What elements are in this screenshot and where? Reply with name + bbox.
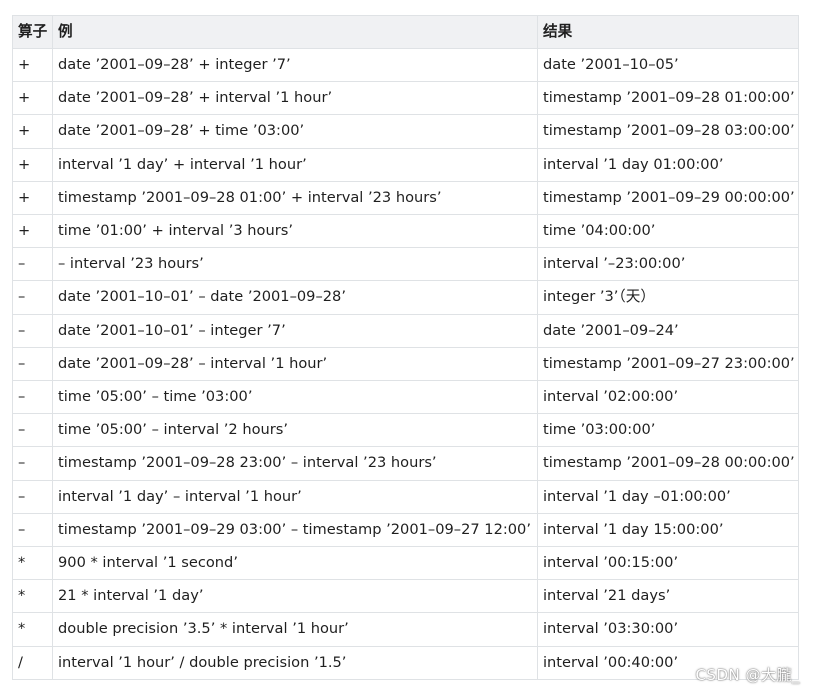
table-row: – time ’05:00’ – interval ’2 hours’ time ’… <box>12 413 799 448</box>
header-row: 算子 例 结果 <box>12 15 799 49</box>
example-cell: timestamp ’2001–09–28 23:00’ – interval … <box>52 446 538 481</box>
operator-cell: – <box>12 313 53 348</box>
table-row: – timestamp ’2001–09–29 03:00’ – timestam… <box>12 512 799 548</box>
example-cell: timestamp ’2001–09–29 03:00’ – timestamp… <box>52 512 538 548</box>
header-result: 结果 <box>537 15 799 49</box>
result-cell: date ’2001–10–05’ <box>537 47 799 83</box>
example-cell: time ’01:00’ + interval ’3 hours’ <box>52 214 538 249</box>
table-row: – date ’2001–10–01’ – integer ’7’ date ’20… <box>12 313 799 348</box>
table-row: + timestamp ’2001–09–28 01:00’ + interval… <box>12 180 799 216</box>
operator-cell: – <box>12 380 53 415</box>
table-row: – date ’2001–10–01’ – date ’2001–09–28’ in… <box>12 280 799 315</box>
table-row: – interval ’1 day’ – interval ’1 hour’ int… <box>12 479 799 514</box>
header-example: 例 <box>52 15 538 49</box>
result-cell: timestamp ’2001–09–27 23:00:00’ <box>537 346 799 382</box>
example-cell: date ’2001–09–28’ + interval ’1 hour’ <box>52 81 538 116</box>
example-cell: time ’05:00’ – interval ’2 hours’ <box>52 413 538 448</box>
table-row: / interval ’1 hour’ / double precision ’1… <box>12 645 799 680</box>
table-row: – timestamp ’2001–09–28 23:00’ – interval… <box>12 446 799 481</box>
date-time-operator-table: 算子 例 结果 + date ’2001–09–28’ + integer ’7’… <box>12 15 799 680</box>
operator-cell: – <box>12 479 53 514</box>
operator-cell: + <box>12 180 53 216</box>
operator-cell: * <box>12 546 53 581</box>
table-row: + interval ’1 day’ + interval ’1 hour’ int… <box>12 147 799 182</box>
operator-cell: – <box>12 446 53 481</box>
operator-cell: – <box>12 512 53 548</box>
result-cell: interval ’1 day 15:00:00’ <box>537 512 799 548</box>
table-body: + date ’2001–09–28’ + integer ’7’ date ’20… <box>12 47 799 680</box>
example-cell: interval ’1 day’ – interval ’1 hour’ <box>52 479 538 514</box>
operator-cell: – <box>12 280 53 315</box>
operator-cell: / <box>12 645 53 680</box>
table-row: + date ’2001–09–28’ + integer ’7’ date ’20… <box>12 47 799 83</box>
table-row: * 900 * interval ’1 second’ interval ’00:1… <box>12 546 799 581</box>
table-row: + time ’01:00’ + interval ’3 hours’ time ’… <box>12 214 799 249</box>
example-cell: date ’2001–10–01’ – date ’2001–09–28’ <box>52 280 538 315</box>
example-cell: 900 * interval ’1 second’ <box>52 546 538 581</box>
result-cell: interval ’21 days’ <box>537 579 799 614</box>
result-cell: date ’2001–09–24’ <box>537 313 799 348</box>
example-cell: interval ’1 hour’ / double precision ’1.… <box>52 645 538 680</box>
table-row: – – interval ’23 hours’ interval ’–23:00:0… <box>12 247 799 282</box>
table-row: – date ’2001–09–28’ – interval ’1 hour’ ti… <box>12 346 799 382</box>
example-cell: – interval ’23 hours’ <box>52 247 538 282</box>
result-cell: interval ’03:30:00’ <box>537 612 799 647</box>
example-cell: date ’2001–10–01’ – integer ’7’ <box>52 313 538 348</box>
operator-cell: + <box>12 81 53 116</box>
csdn-watermark: CSDN @大朧_ <box>695 666 800 684</box>
result-cell: time ’04:00:00’ <box>537 214 799 249</box>
operator-cell: * <box>12 579 53 614</box>
example-cell: timestamp ’2001–09–28 01:00’ + interval … <box>52 180 538 216</box>
operator-cell: + <box>12 114 53 149</box>
operator-cell: + <box>12 214 53 249</box>
example-cell: date ’2001–09–28’ + time ’03:00’ <box>52 114 538 149</box>
table-row: + date ’2001–09–28’ + time ’03:00’ timesta… <box>12 114 799 149</box>
example-cell: date ’2001–09–28’ – interval ’1 hour’ <box>52 346 538 382</box>
table-row: * 21 * interval ’1 day’ interval ’21 days’ <box>12 579 799 614</box>
example-cell: date ’2001–09–28’ + integer ’7’ <box>52 47 538 83</box>
result-cell: interval ’1 day 01:00:00’ <box>537 147 799 182</box>
result-cell: timestamp ’2001–09–28 00:00:00’ <box>537 446 799 481</box>
result-cell: interval ’02:00:00’ <box>537 380 799 415</box>
example-cell: time ’05:00’ – time ’03:00’ <box>52 380 538 415</box>
operator-table-container: 算子 例 结果 + date ’2001–09–28’ + integer ’7’… <box>12 15 799 680</box>
example-cell: interval ’1 day’ + interval ’1 hour’ <box>52 147 538 182</box>
operator-cell: – <box>12 247 53 282</box>
operator-cell: + <box>12 147 53 182</box>
result-cell: time ’03:00:00’ <box>537 413 799 448</box>
result-cell: timestamp ’2001–09–29 00:00:00’ <box>537 180 799 216</box>
result-cell: interval ’–23:00:00’ <box>537 247 799 282</box>
table-header: 算子 例 结果 <box>12 15 799 49</box>
result-cell: timestamp ’2001–09–28 01:00:00’ <box>537 81 799 116</box>
result-cell: timestamp ’2001–09–28 03:00:00’ <box>537 114 799 149</box>
table-row: – time ’05:00’ – time ’03:00’ interval ’02… <box>12 380 799 415</box>
result-cell: interval ’00:15:00’ <box>537 546 799 581</box>
result-cell: interval ’1 day –01:00:00’ <box>537 479 799 514</box>
result-cell: integer ’3’（天） <box>537 280 799 315</box>
operator-cell: + <box>12 47 53 83</box>
example-cell: double precision ’3.5’ * interval ’1 hou… <box>52 612 538 647</box>
example-cell: 21 * interval ’1 day’ <box>52 579 538 614</box>
header-operator: 算子 <box>12 15 53 49</box>
table-row: + date ’2001–09–28’ + interval ’1 hour’ ti… <box>12 81 799 116</box>
operator-cell: – <box>12 346 53 382</box>
table-row: * double precision ’3.5’ * interval ’1 ho… <box>12 612 799 647</box>
operator-cell: * <box>12 612 53 647</box>
operator-cell: – <box>12 413 53 448</box>
